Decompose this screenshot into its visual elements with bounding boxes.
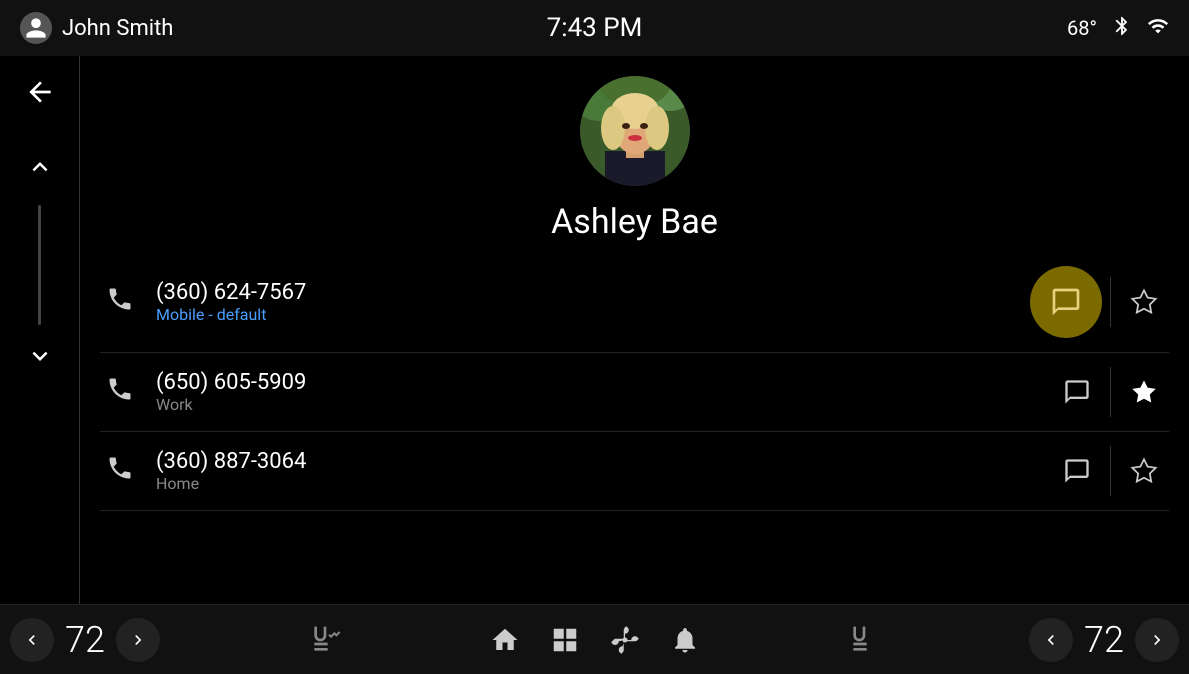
left-temp-control: 72 [10, 618, 160, 662]
right-temp-control: 72 [1029, 618, 1179, 662]
contact-avatar [580, 76, 690, 186]
current-time: 7:43 PM [547, 13, 643, 43]
contact-name: Ashley Bae [551, 202, 718, 242]
phone-number-2: (650) 605-5909 [156, 370, 1036, 395]
phone-entry-2[interactable]: (650) 605-5909 Work [100, 353, 1169, 432]
home-button[interactable] [490, 625, 520, 655]
phone-number-1: (360) 624-7567 [156, 280, 1014, 305]
scroll-indicator [38, 205, 41, 325]
contact-detail-area: Ashley Bae (360) 624-7567 Mobile - defau… [80, 56, 1189, 604]
phone-list: (360) 624-7567 Mobile - default [80, 252, 1189, 511]
phone-type-3: Home [156, 474, 1036, 493]
right-temp-increase[interactable] [1135, 618, 1179, 662]
user-name-label: John Smith [62, 16, 173, 41]
message-button-1[interactable] [1030, 266, 1102, 338]
left-temp-decrease[interactable] [10, 618, 54, 662]
action-buttons-2 [1052, 367, 1169, 417]
phone-info-3: (360) 887-3064 Home [156, 449, 1036, 493]
action-buttons-3 [1052, 446, 1169, 496]
phone-icon-1 [100, 285, 140, 320]
star-button-3[interactable] [1119, 446, 1169, 496]
fan-button[interactable] [610, 625, 640, 655]
notifications-button[interactable] [670, 625, 700, 655]
bottom-bar: 72 [0, 604, 1189, 674]
seat-heat-right-button[interactable] [848, 624, 880, 656]
bluetooth-icon [1111, 15, 1133, 42]
scroll-up-button[interactable] [25, 152, 55, 189]
phone-icon-3 [100, 454, 140, 489]
phone-entry-1[interactable]: (360) 624-7567 Mobile - default [100, 252, 1169, 353]
right-temp-value: 72 [1079, 619, 1129, 661]
message-button-2[interactable] [1052, 367, 1102, 417]
phone-info-1: (360) 624-7567 Mobile - default [156, 280, 1014, 324]
phone-number-3: (360) 887-3064 [156, 449, 1036, 474]
user-avatar-icon [20, 12, 52, 44]
temperature-display: 68° [1067, 16, 1097, 40]
left-temp-value: 72 [60, 619, 110, 661]
back-button[interactable] [24, 76, 56, 116]
status-right: 68° [1067, 15, 1169, 42]
status-bar: John Smith 7:43 PM 68° [0, 0, 1189, 56]
divider-2 [1110, 367, 1111, 417]
status-left: John Smith [20, 12, 173, 44]
star-button-2[interactable] [1119, 367, 1169, 417]
action-buttons-1 [1030, 266, 1169, 338]
scroll-down-button[interactable] [25, 341, 55, 378]
signal-icon [1147, 15, 1169, 42]
divider-3 [1110, 446, 1111, 496]
main-content: Ashley Bae (360) 624-7567 Mobile - defau… [0, 56, 1189, 604]
left-temp-increase[interactable] [116, 618, 160, 662]
nav-icons [490, 625, 700, 655]
right-temp-decrease[interactable] [1029, 618, 1073, 662]
divider-1 [1110, 277, 1111, 327]
message-button-3[interactable] [1052, 446, 1102, 496]
seat-heat-left-button[interactable] [309, 624, 341, 656]
grid-button[interactable] [550, 625, 580, 655]
phone-entry-3[interactable]: (360) 887-3064 Home [100, 432, 1169, 511]
phone-info-2: (650) 605-5909 Work [156, 370, 1036, 414]
phone-type-1: Mobile - default [156, 305, 1014, 324]
phone-type-2: Work [156, 395, 1036, 414]
left-sidebar [0, 56, 80, 604]
star-button-1[interactable] [1119, 277, 1169, 327]
phone-icon-2 [100, 375, 140, 410]
